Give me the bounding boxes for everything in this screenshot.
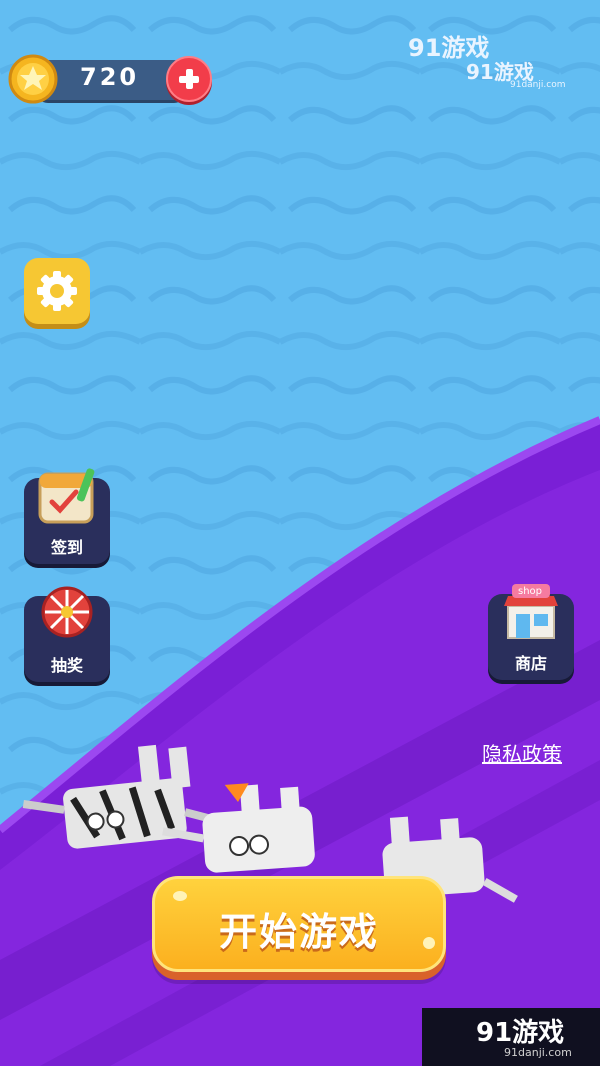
lottery-button[interactable]: 抽奖 xyxy=(24,586,110,682)
button-highlight xyxy=(173,891,187,901)
lottery-label: 抽奖 xyxy=(50,656,83,675)
shop-button[interactable]: shop 商店 xyxy=(488,584,574,680)
privacy-policy-link[interactable]: 隐私政策 xyxy=(482,738,562,767)
start-game-button[interactable]: 开始游戏 xyxy=(152,876,446,972)
coin-value: 720 xyxy=(80,63,140,91)
watermark-bottom-url: 91danji.com xyxy=(504,1046,572,1059)
watermark-bottom: 91游戏 91danji.com xyxy=(422,1008,600,1066)
watermark-bottom-brand: 91游戏 xyxy=(476,1018,565,1048)
shop-label: 商店 xyxy=(514,654,547,673)
signin-button[interactable]: 签到 xyxy=(24,468,110,564)
prize-wheel-icon xyxy=(41,586,93,638)
calendar-icon xyxy=(38,468,95,524)
gold-coin-icon xyxy=(8,54,58,104)
gear-icon xyxy=(37,271,77,311)
coin-counter: 720 xyxy=(8,54,212,104)
signin-label: 签到 xyxy=(50,538,83,557)
settings-button[interactable] xyxy=(24,258,90,324)
add-coins-button[interactable] xyxy=(166,56,212,102)
watermark-top-url: 91danji.com xyxy=(510,80,566,90)
start-game-label: 开始游戏 xyxy=(218,910,379,954)
shop-sign-text: shop xyxy=(518,586,543,597)
